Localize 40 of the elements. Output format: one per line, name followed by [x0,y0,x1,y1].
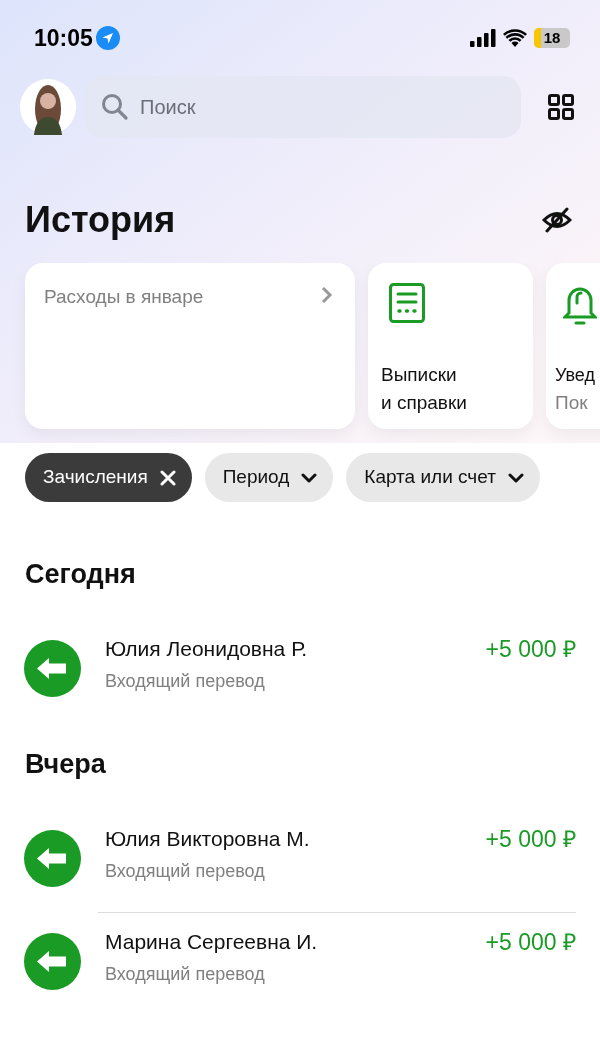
statements-card[interactable]: Выписки и справки [368,263,533,429]
transaction-type: Входящий перевод [105,670,265,693]
avatar[interactable] [20,79,76,135]
search-field[interactable]: Поиск [85,76,521,138]
filter-chip[interactable]: Зачисления [25,453,192,502]
page-title: История [25,198,176,242]
section-heading: Сегодня [24,558,137,591]
close-icon[interactable] [159,469,176,486]
chevron-icon [321,286,333,304]
status-time: 10:05 [34,23,93,53]
transaction-row[interactable]: Марина Сергеевна И. Входящий перевод +5 000 ₽ [0,927,600,1001]
filter-chip[interactable]: Карта или счет [346,453,540,502]
search-icon [101,93,129,121]
notifications-card[interactable]: Увед Пок [546,263,600,429]
card-title: Выписки и справки [381,363,468,415]
chevron-down-icon [507,472,524,483]
filter-chip[interactable]: Период [204,453,334,502]
card-subtitle: Пок [555,391,588,415]
transaction-amount: +5 000 ₽ [485,635,576,664]
wifi-icon [503,29,527,47]
transaction-amount: +5 000 ₽ [485,928,576,957]
transaction-amount: +5 000 ₽ [485,825,576,854]
expenses-card[interactable]: Расходы в январе [25,263,355,429]
transaction-type: Входящий перевод [105,963,265,986]
location-icon [95,26,120,50]
hide-eye-icon[interactable] [542,207,572,233]
card-title: Увед [555,364,595,387]
transaction-row[interactable]: Юлия Викторовна М. Входящий перевод +5 000 ₽ [0,824,600,898]
sender-name: Юлия Викторовна М. [105,826,310,852]
document-icon [389,283,425,323]
sender-name: Марина Сергеевна И. [105,929,318,955]
card-title: Расходы в январе [44,285,204,307]
sender-name: Юлия Леонидовна Р. [105,636,307,662]
chevron-down-icon [301,472,318,483]
battery-indicator: 18 [534,28,570,48]
transaction-type: Входящий перевод [105,860,265,883]
section-heading: Вчера [24,748,107,781]
transaction-row[interactable]: Юлия Леонидовна Р. Входящий перевод +5 000 ₽ [0,634,600,708]
signal-icon [470,29,496,47]
grid-icon[interactable] [548,94,574,120]
